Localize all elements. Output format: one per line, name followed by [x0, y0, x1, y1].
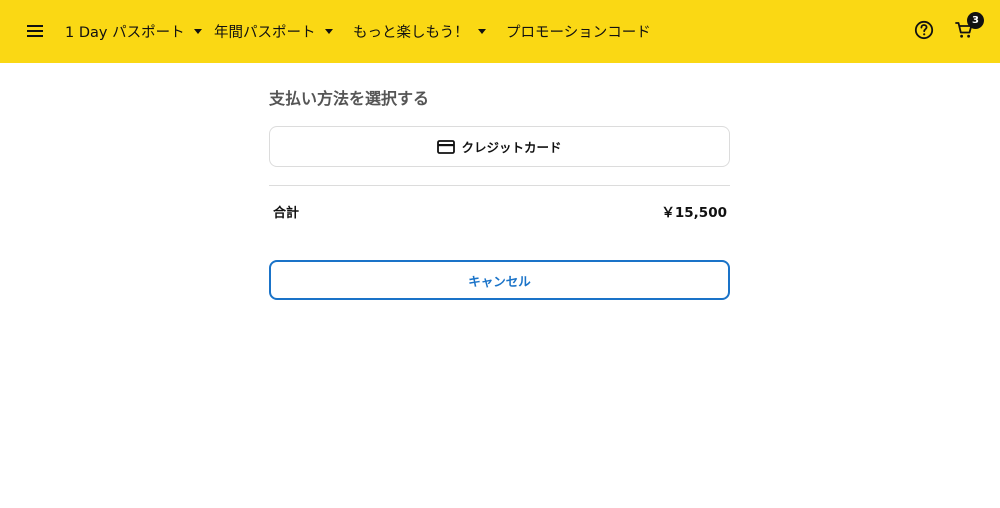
caret-down-icon: [193, 28, 202, 34]
total-amount: ￥15,500: [661, 205, 727, 221]
help-circle-icon[interactable]: [912, 18, 936, 42]
nav-promotion-code[interactable]: プロモーションコード: [506, 19, 651, 43]
nav-annual-passport-label: 年間パスポート: [214, 24, 316, 41]
total-label: 合計: [273, 205, 300, 221]
nav-1day-passport-label: 1 Day パスポート: [65, 24, 185, 41]
credit-card-label: クレジットカード: [461, 140, 562, 155]
credit-card-option[interactable]: クレジットカード: [269, 126, 730, 167]
nav-annual-passport[interactable]: 年間パスポート: [214, 19, 333, 43]
cancel-button[interactable]: キャンセル: [269, 260, 730, 300]
top-nav-bar: 1 Day パスポート 年間パスポート もっと楽しもう！ プロモーションコード: [0, 0, 1000, 63]
payment-method-title: 支払い方法を選択する: [269, 89, 430, 108]
credit-card-icon: [437, 139, 456, 154]
hamburger-menu-icon[interactable]: [24, 20, 46, 42]
nav-enjoy-more-label: もっと楽しもう！: [353, 24, 469, 41]
caret-down-icon: [477, 28, 486, 34]
nav-enjoy-more[interactable]: もっと楽しもう！: [353, 19, 486, 43]
nav-1day-passport[interactable]: 1 Day パスポート: [65, 19, 202, 43]
caret-down-icon: [324, 28, 333, 34]
cart-count-badge: 3: [967, 12, 984, 29]
divider: [269, 185, 730, 186]
nav-promotion-code-label: プロモーションコード: [506, 24, 651, 41]
total-row: 合計 ￥15,500: [269, 201, 730, 221]
